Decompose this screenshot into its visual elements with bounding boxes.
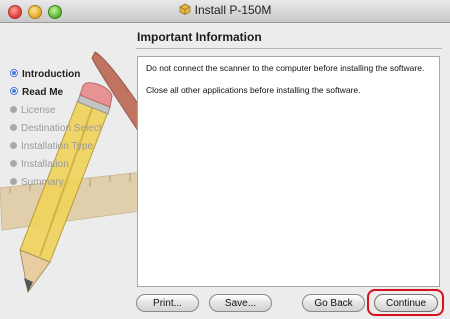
step-installation-type: Installation Type <box>10 138 102 156</box>
step-pending-bullet-icon <box>10 160 17 167</box>
step-label: Installation <box>21 159 69 170</box>
step-read-me: Read Me <box>10 84 102 102</box>
window-title-group: Install P-150M <box>0 3 450 17</box>
print-button[interactable]: Print... <box>136 294 199 312</box>
step-license: License <box>10 102 102 120</box>
step-label: License <box>21 105 56 116</box>
installer-window: Install P-150M Important Information Int… <box>0 0 450 319</box>
read-me-paragraph: Do not connect the scanner to the comput… <box>146 63 425 73</box>
installer-package-icon <box>179 3 191 15</box>
continue-highlight-annotation <box>367 289 444 316</box>
save-button[interactable]: Save... <box>209 294 272 312</box>
step-label: Read Me <box>22 87 64 98</box>
step-pending-bullet-icon <box>10 106 17 113</box>
step-pending-bullet-icon <box>10 142 17 149</box>
heading-divider <box>136 48 442 49</box>
go-back-button[interactable]: Go Back <box>302 294 365 312</box>
step-label: Destination Select <box>21 123 102 134</box>
window-title: Install P-150M <box>194 3 272 17</box>
step-current-bullet-icon <box>10 87 18 95</box>
step-pending-bullet-icon <box>10 178 17 185</box>
step-completed-bullet-icon <box>10 69 18 77</box>
step-label: Introduction <box>22 69 81 80</box>
page-heading: Important Information <box>137 30 262 44</box>
step-label: Summary <box>21 177 64 188</box>
installer-steps-list: Introduction Read Me License Destination… <box>10 66 102 192</box>
step-label: Installation Type <box>21 141 94 152</box>
step-installation: Installation <box>10 156 102 174</box>
step-destination-select: Destination Select <box>10 120 102 138</box>
step-pending-bullet-icon <box>10 124 17 131</box>
read-me-paragraph: Close all other applications before inst… <box>146 85 361 95</box>
step-introduction: Introduction <box>10 66 102 84</box>
title-bar[interactable]: Install P-150M <box>0 0 450 23</box>
step-summary: Summary <box>10 174 102 192</box>
read-me-text-panel[interactable]: Do not connect the scanner to the comput… <box>137 56 440 287</box>
